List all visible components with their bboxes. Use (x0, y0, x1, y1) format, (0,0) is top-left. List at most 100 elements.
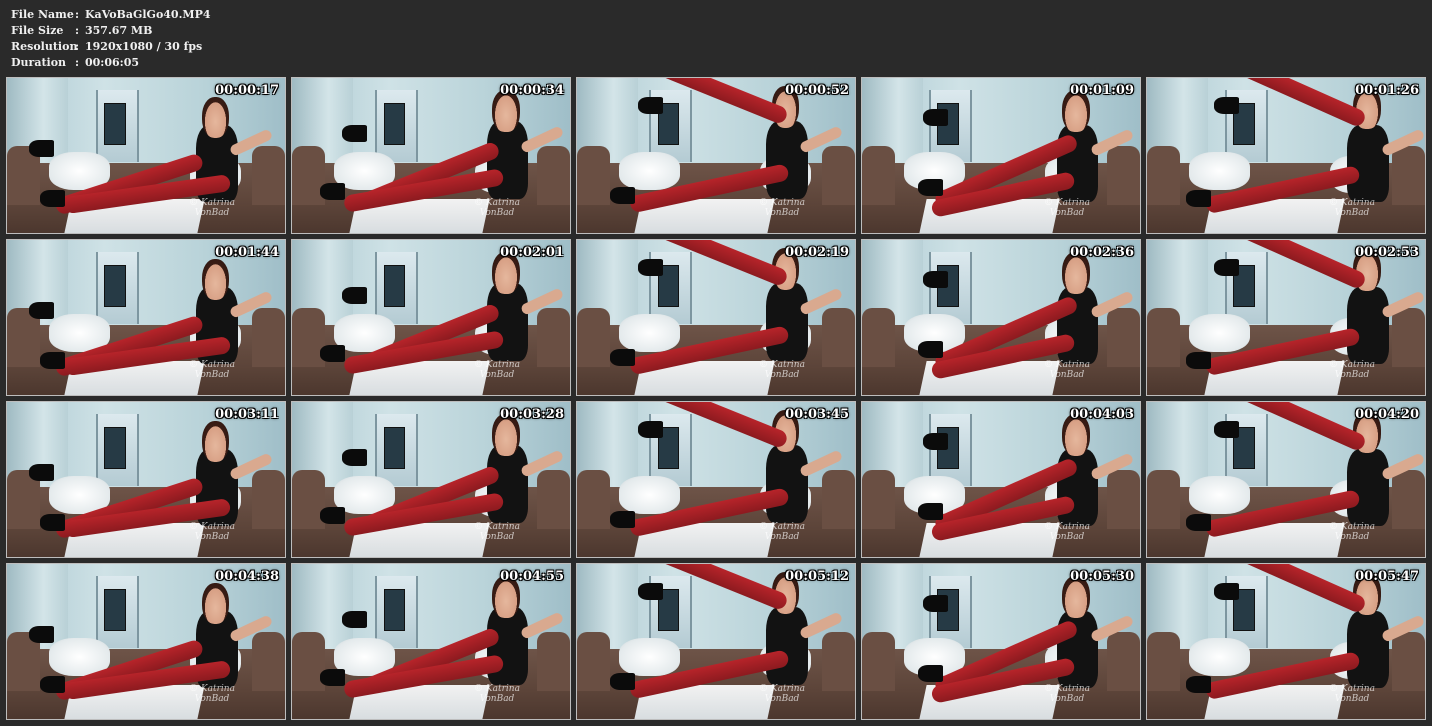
watermark-line2: VonBad (194, 693, 230, 704)
sofa-arm (1391, 308, 1425, 368)
thumbnail-timestamp: 00:01:09 (1070, 83, 1134, 98)
sofa-arm (251, 470, 285, 530)
black-heel-shoe (923, 271, 949, 289)
video-thumbnail[interactable]: © Katrina VonBad 00:04:03 (861, 401, 1141, 558)
watermark: © Katrina VonBad (1329, 522, 1375, 542)
video-thumbnail[interactable]: © Katrina VonBad 00:01:44 (6, 239, 286, 396)
black-heel-shoe (610, 672, 636, 690)
watermark-line1: © Katrina (759, 359, 805, 370)
video-thumbnail[interactable]: © Katrina VonBad 00:03:11 (6, 401, 286, 558)
video-thumbnail[interactable]: © Katrina VonBad 00:00:17 (6, 77, 286, 234)
black-heel-shoe (40, 675, 66, 693)
watermark-line2: VonBad (479, 693, 515, 704)
sofa-arm (536, 308, 570, 368)
watermark-line1: © Katrina (1044, 521, 1090, 532)
watermark: © Katrina VonBad (1044, 360, 1090, 380)
sofa-arm (821, 308, 855, 368)
resolution-value: 1920x1080 / 30 fps (85, 40, 203, 53)
sofa-arm (862, 632, 896, 692)
watermark: © Katrina VonBad (474, 522, 520, 542)
video-thumbnail[interactable]: © Katrina VonBad 00:04:55 (291, 563, 571, 720)
black-heel-shoe (342, 448, 368, 466)
thumbnail-timestamp: 00:02:36 (1070, 245, 1134, 260)
black-heel-shoe (29, 464, 55, 482)
black-heel-shoe (638, 582, 664, 600)
watermark-line1: © Katrina (759, 521, 805, 532)
watermark-line2: VonBad (479, 531, 515, 542)
watermark-line1: © Katrina (1329, 359, 1375, 370)
video-thumbnail[interactable]: © Katrina VonBad 00:02:36 (861, 239, 1141, 396)
figure-head (201, 582, 230, 625)
video-thumbnail[interactable]: © Katrina VonBad 00:00:34 (291, 77, 571, 234)
black-heel-shoe (40, 513, 66, 531)
thumbnail-timestamp: 00:05:30 (1070, 569, 1134, 584)
wall-picture (104, 264, 126, 308)
sofa-arm (1106, 470, 1140, 530)
figure-head (201, 258, 230, 301)
watermark: © Katrina VonBad (189, 198, 235, 218)
sofa-arm (1147, 308, 1181, 368)
video-thumbnail[interactable]: © Katrina VonBad 00:04:38 (6, 563, 286, 720)
thumbnail-timestamp: 00:00:17 (215, 83, 279, 98)
video-thumbnail[interactable]: © Katrina VonBad 00:03:45 (576, 401, 856, 558)
watermark: © Katrina VonBad (1044, 198, 1090, 218)
black-heel-shoe (29, 302, 55, 320)
black-heel-shoe (1185, 675, 1211, 693)
figure-body (1347, 124, 1389, 202)
file-info-header: File Name : KaVoBaGlGo40.MP4 File Size :… (11, 7, 211, 71)
thumbnail-timestamp: 00:03:11 (215, 407, 279, 422)
pillow (618, 314, 680, 352)
sofa-arm (536, 470, 570, 530)
watermark-line2: VonBad (764, 531, 800, 542)
sofa-arm (1106, 146, 1140, 206)
video-thumbnail[interactable]: © Katrina VonBad 00:05:12 (576, 563, 856, 720)
sofa-arm (536, 146, 570, 206)
figure-body (1347, 610, 1389, 688)
black-heel-shoe (1185, 351, 1211, 369)
thumbnail-timestamp: 00:03:28 (500, 407, 564, 422)
black-heel-shoe (917, 664, 943, 682)
black-heel-shoe (1185, 513, 1211, 531)
sofa-arm (1391, 470, 1425, 530)
black-heel-shoe (917, 178, 943, 196)
figure-head (201, 420, 230, 463)
video-thumbnail[interactable]: © Katrina VonBad 00:05:47 (1146, 563, 1426, 720)
black-heel-shoe (1213, 420, 1239, 438)
black-heel-shoe (917, 340, 943, 358)
pillow (618, 152, 680, 190)
black-heel-shoe (319, 345, 345, 363)
thumbnail-timestamp: 00:03:45 (785, 407, 849, 422)
watermark-line2: VonBad (1049, 693, 1085, 704)
black-heel-shoe (917, 502, 943, 520)
video-thumbnail[interactable]: © Katrina VonBad 00:02:53 (1146, 239, 1426, 396)
sofa-arm (1147, 470, 1181, 530)
watermark: © Katrina VonBad (1044, 522, 1090, 542)
video-thumbnail[interactable]: © Katrina VonBad 00:05:30 (861, 563, 1141, 720)
watermark-line1: © Katrina (189, 683, 235, 694)
separator: : (75, 40, 80, 53)
video-thumbnail[interactable]: © Katrina VonBad 00:03:28 (291, 401, 571, 558)
thumbnail-timestamp: 00:05:12 (785, 569, 849, 584)
video-thumbnail[interactable]: © Katrina VonBad 00:04:20 (1146, 401, 1426, 558)
video-thumbnail[interactable]: © Katrina VonBad 00:01:26 (1146, 77, 1426, 234)
watermark-line2: VonBad (194, 207, 230, 218)
watermark-line1: © Katrina (189, 359, 235, 370)
video-thumbnail[interactable]: © Katrina VonBad 00:00:52 (576, 77, 856, 234)
figure-body (1347, 448, 1389, 526)
video-thumbnail[interactable]: © Katrina VonBad 00:02:19 (576, 239, 856, 396)
thumbnail-timestamp: 00:02:53 (1355, 245, 1419, 260)
black-heel-shoe (29, 140, 55, 158)
separator: : (75, 56, 80, 69)
wall-picture (383, 102, 406, 146)
sofa-arm (1391, 146, 1425, 206)
watermark-line2: VonBad (764, 369, 800, 380)
black-heel-shoe (342, 610, 368, 628)
black-heel-shoe (1213, 258, 1239, 276)
black-heel-shoe (319, 669, 345, 687)
video-thumbnail[interactable]: © Katrina VonBad 00:01:09 (861, 77, 1141, 234)
video-thumbnail[interactable]: © Katrina VonBad 00:02:01 (291, 239, 571, 396)
black-heel-shoe (610, 348, 636, 366)
thumbnail-timestamp: 00:02:19 (785, 245, 849, 260)
watermark-line1: © Katrina (759, 197, 805, 208)
file-size-value: 357.67 MB (85, 24, 153, 37)
